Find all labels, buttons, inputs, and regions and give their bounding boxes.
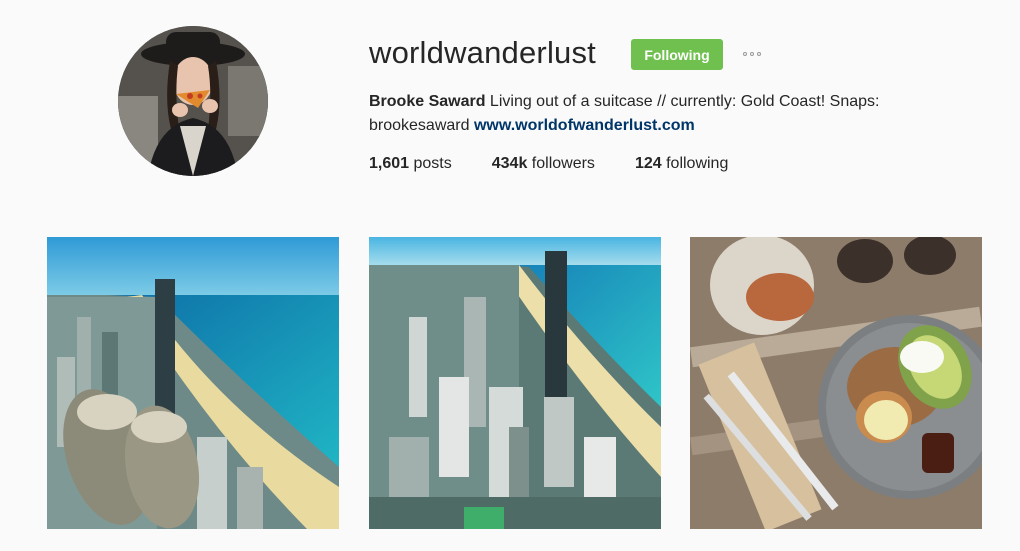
dot (750, 52, 754, 56)
full-name: Brooke Saward (369, 93, 486, 110)
following-stat[interactable]: 124 following (635, 153, 728, 175)
followers-count: 434k (491, 155, 528, 172)
post-thumbnail[interactable] (690, 237, 982, 529)
website-link[interactable]: www.worldofwanderlust.com (474, 117, 695, 134)
posts-stat: 1,601 posts (369, 153, 452, 175)
profile-stats: 1,601 posts 434k followers 124 following (369, 153, 768, 175)
username-heading: worldwanderlust (369, 35, 596, 70)
followers-stat[interactable]: 434k followers (492, 153, 595, 175)
post-thumbnail[interactable] (369, 237, 661, 529)
posts-count: 1,601 (369, 155, 410, 172)
ellipsis-icon[interactable] (737, 47, 767, 61)
profile-avatar[interactable] (118, 26, 268, 176)
following-label: following (666, 155, 729, 172)
post-thumbnail[interactable] (47, 237, 339, 529)
dot (757, 52, 761, 56)
dot (743, 52, 747, 56)
profile-bio: Brooke Saward Living out of a suitcase /… (369, 90, 929, 138)
following-count: 124 (634, 155, 662, 172)
posts-label: posts (413, 155, 452, 172)
following-button[interactable]: Following (631, 39, 723, 70)
followers-label: followers (531, 155, 595, 172)
